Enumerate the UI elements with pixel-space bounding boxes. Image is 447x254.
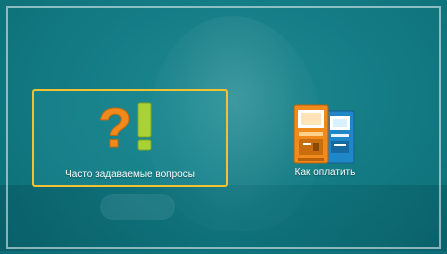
question-exclamation-icon: ? — [98, 97, 152, 155]
faq-tile[interactable]: ? Часто задаваемые вопросы — [32, 89, 228, 187]
svg-text:?: ? — [98, 97, 132, 155]
how-to-pay-label: Как оплатить — [294, 167, 356, 178]
payment-kiosk-icon — [293, 104, 355, 164]
screen: ? Часто задаваемые вопросы Как оплатить — [0, 0, 447, 254]
how-to-pay-tile[interactable]: Как оплатить — [250, 89, 400, 187]
faq-label: Часто задаваемые вопросы — [65, 169, 195, 180]
